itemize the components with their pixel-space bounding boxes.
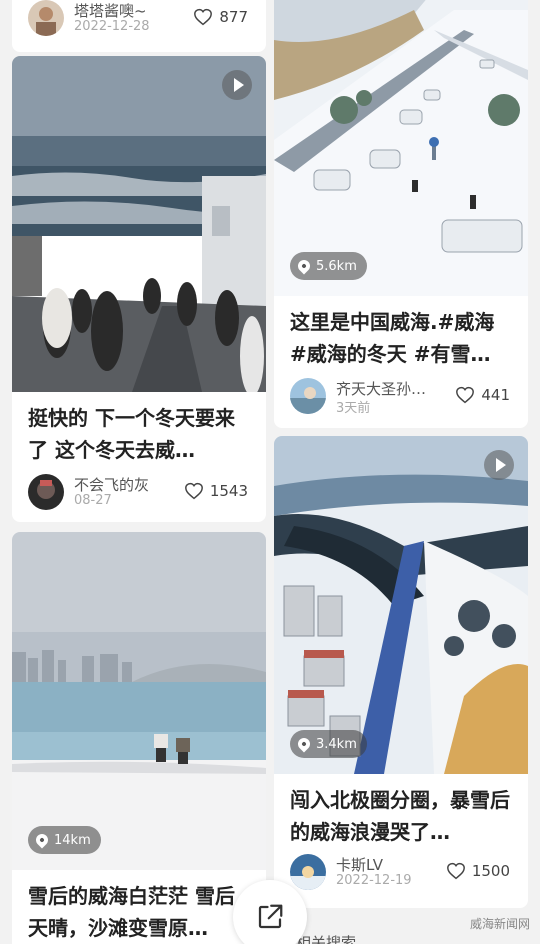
distance-badge: 3.4km [290,730,367,758]
post-date: 3天前 [336,401,371,416]
heart-icon [194,8,213,26]
feed-card[interactable]: 5.6km 这里是中国威海.#威海 #威海的冬天 #有雪… 齐天大圣孙… 3天前… [274,0,528,428]
post-title[interactable]: 这里是中国威海.#威海 #威海的冬天 #有雪… [290,306,516,370]
like-button[interactable]: 877 [193,8,248,26]
video-play-icon [484,450,514,480]
feed: 塔塔酱噢~ 2022-12-28 877 挺快的 下一个冬天要来了 这个冬天去威… [0,0,540,944]
share-button[interactable] [233,880,307,944]
location-pin-icon [295,257,313,275]
avatar[interactable] [28,474,64,510]
distance-badge: 14km [28,826,101,854]
post-title[interactable]: 闯入北极圈分圈，暴雪后的威海浪漫哭了… [290,784,516,848]
avatar[interactable] [290,378,326,414]
author-name[interactable]: 卡斯LV [336,854,383,875]
distance-text: 3.4km [316,736,357,752]
post-photo[interactable] [12,56,266,392]
heart-icon [446,862,465,880]
post-date: 2022-12-19 [336,873,412,888]
post-photo[interactable]: 3.4km [274,436,528,774]
author-name[interactable]: 齐天大圣孙… [336,378,426,399]
related-search-label[interactable]: 相关搜索 [296,932,356,944]
post-title[interactable]: 雪后的威海白茫茫 雪后天晴，沙滩变雪原… [28,880,254,944]
author-name[interactable]: 不会飞的灰 [74,474,149,495]
location-pin-icon [33,831,51,849]
distance-text: 5.6km [316,258,357,274]
share-icon [258,904,283,929]
post-date: 08-27 [74,493,112,508]
feed-card[interactable]: 3.4km 闯入北极圈分圈，暴雪后的威海浪漫哭了… 卡斯LV 2022-12-1… [274,436,528,908]
heart-icon [456,386,475,404]
like-button[interactable]: 441 [455,386,510,404]
distance-text: 14km [54,832,91,848]
video-play-icon [222,70,252,100]
distance-badge: 5.6km [290,252,367,280]
post-date: 2022-12-28 [74,19,150,34]
post-photo[interactable]: 14km [12,532,266,870]
feed-card[interactable]: 14km 雪后的威海白茫茫 雪后天晴，沙滩变雪原… [12,532,266,944]
like-button[interactable]: 1543 [184,482,248,500]
post-title[interactable]: 挺快的 下一个冬天要来了 这个冬天去威… [28,402,254,466]
like-count: 1500 [471,862,510,880]
like-count: 877 [219,8,248,26]
avatar[interactable] [290,854,326,890]
like-count: 441 [481,386,510,404]
post-photo[interactable]: 5.6km [274,0,528,296]
avatar[interactable] [28,0,64,36]
like-button[interactable]: 1500 [446,862,510,880]
like-count: 1543 [209,482,248,500]
watermark: 威海新闻网 [469,917,530,931]
heart-icon [184,482,203,500]
location-pin-icon [295,735,313,753]
author-name[interactable]: 塔塔酱噢~ [74,0,147,21]
feed-card[interactable]: 塔塔酱噢~ 2022-12-28 877 [12,0,266,52]
feed-card[interactable]: 挺快的 下一个冬天要来了 这个冬天去威… 不会飞的灰 08-27 1543 [12,56,266,522]
